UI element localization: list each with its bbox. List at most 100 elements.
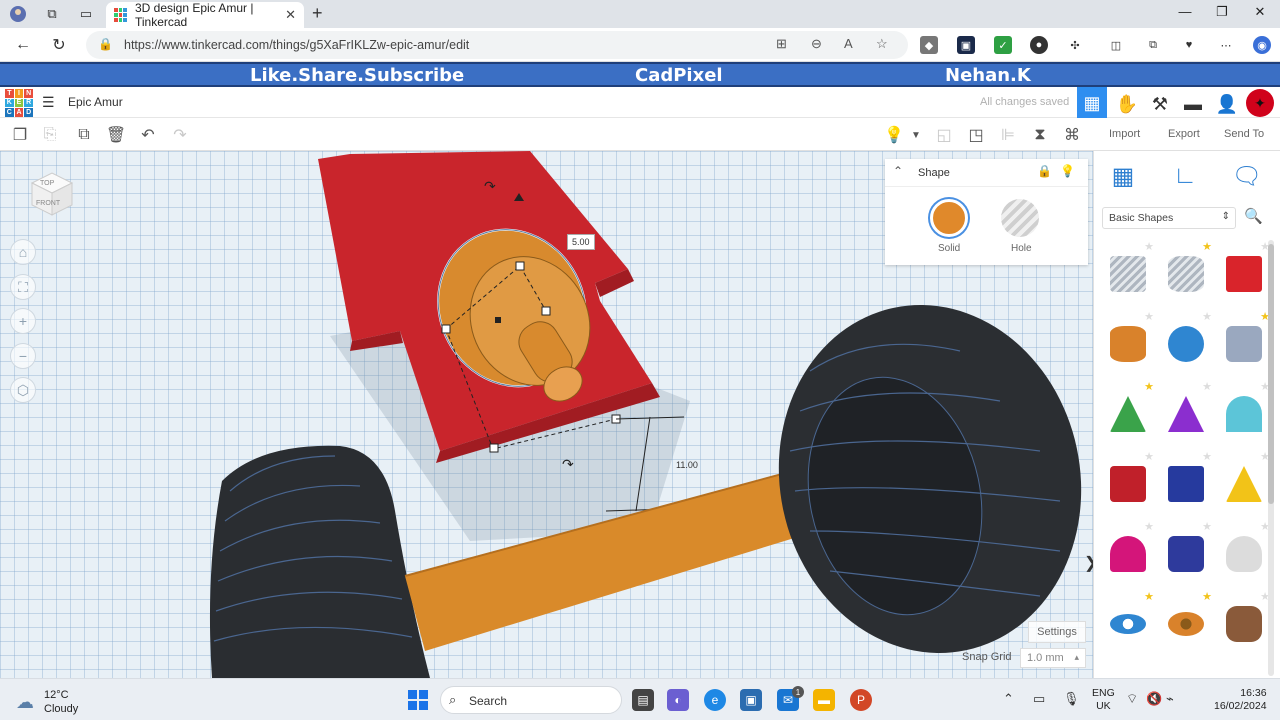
send-to-button[interactable]: Send To: [1224, 128, 1264, 140]
resize-handle[interactable]: [489, 443, 499, 453]
solid-color-swatch[interactable]: [930, 199, 968, 237]
undo-icon[interactable]: ↶: [138, 125, 158, 145]
lock-icon[interactable]: 🔒: [1037, 164, 1052, 178]
shape-category-select[interactable]: Basic Shapes ⇕: [1102, 207, 1236, 229]
resize-handle[interactable]: [515, 261, 525, 271]
clock[interactable]: 16:36 16/02/2024: [1214, 687, 1267, 713]
favorite-star-icon[interactable]: ★: [1144, 520, 1154, 533]
tray-chevron-up-icon[interactable]: ⌃: [1003, 691, 1014, 707]
shape-tile[interactable]: ★: [1158, 590, 1214, 654]
profile-icon[interactable]: [8, 4, 28, 24]
address-bar[interactable]: 🔒 https://www.tinkercad.com/things/g5XaF…: [86, 31, 908, 59]
shape-tile[interactable]: ★: [1216, 520, 1272, 584]
teams-icon[interactable]: ◐: [667, 689, 689, 711]
extensions-puzzle-icon[interactable]: ✣: [1066, 36, 1084, 54]
settings-button[interactable]: Settings: [1028, 621, 1086, 643]
fit-view-icon[interactable]: ⛶: [10, 274, 36, 300]
view-cube[interactable]: TOP FRONT: [30, 171, 74, 217]
split-screen-icon[interactable]: ◫: [1107, 36, 1125, 54]
store-icon[interactable]: ▣: [740, 689, 762, 711]
app-available-icon[interactable]: ⊞: [776, 36, 787, 52]
hole-swatch[interactable]: [1001, 199, 1039, 237]
resize-handle[interactable]: [541, 306, 551, 316]
duplicate-icon[interactable]: ⧉: [74, 125, 94, 145]
export-button[interactable]: Export: [1168, 128, 1200, 140]
visibility-bulb-icon[interactable]: 💡: [1060, 164, 1075, 178]
dimension-label[interactable]: 5.00: [567, 234, 595, 250]
favorite-star-icon[interactable]: ★: [1202, 310, 1212, 323]
shapes-scrollbar[interactable]: [1268, 240, 1274, 676]
shape-inspector-header[interactable]: ⌃ Shape 🔒 💡: [885, 159, 1088, 187]
extension-icon[interactable]: ◆: [920, 36, 938, 54]
shape-tile[interactable]: ★: [1158, 520, 1214, 584]
left-wheel[interactable]: [209, 445, 430, 678]
bricks-icon[interactable]: ▬: [1178, 89, 1208, 119]
workspaces-icon[interactable]: ⧉: [42, 4, 62, 24]
workplane[interactable]: ↷ ↷ TOP FRONT ⌂ ⛶ + − ⬡ 5.00 11.00 ⌃ Sha…: [0, 151, 1093, 678]
ungroup-icon[interactable]: ◳: [966, 125, 986, 145]
add-user-icon[interactable]: 👤: [1212, 89, 1242, 119]
minimize-icon[interactable]: —: [1175, 4, 1195, 19]
shape-tile[interactable]: ★: [1158, 310, 1214, 374]
cruise-icon[interactable]: ⌘: [1062, 125, 1082, 145]
tab-actions-icon[interactable]: ▭: [76, 4, 96, 24]
tab-close-icon[interactable]: ✕: [285, 7, 296, 23]
search-icon[interactable]: 🔍: [1244, 207, 1263, 225]
extension-icon[interactable]: ●: [1030, 36, 1048, 54]
back-icon[interactable]: ←: [12, 34, 34, 56]
battery-icon[interactable]: ⌁: [1166, 691, 1174, 707]
user-avatar[interactable]: ✦: [1246, 89, 1274, 117]
shape-tile[interactable]: ★: [1216, 310, 1272, 374]
task-view-icon[interactable]: ▤: [632, 689, 654, 711]
start-button[interactable]: [408, 690, 428, 710]
edge-icon[interactable]: e: [704, 689, 726, 711]
read-aloud-icon[interactable]: A: [844, 36, 853, 51]
refresh-icon[interactable]: ↻: [48, 34, 70, 56]
zoom-out-icon[interactable]: −: [10, 343, 36, 369]
favorite-star-icon[interactable]: ★: [1202, 240, 1212, 253]
shape-tile[interactable]: ★: [1100, 520, 1156, 584]
shape-tile[interactable]: ★: [1216, 590, 1272, 654]
resize-handle[interactable]: [441, 324, 451, 334]
shape-tile[interactable]: ★: [1100, 450, 1156, 514]
powerpoint-icon[interactable]: P: [850, 689, 872, 711]
panel-toggle-chevron-icon[interactable]: ❯: [1084, 553, 1093, 573]
3d-view-grid-icon[interactable]: ▦: [1077, 87, 1107, 119]
favorite-star-icon[interactable]: ★: [1144, 380, 1154, 393]
copy-icon[interactable]: ❐: [10, 125, 30, 145]
favorite-star-icon[interactable]: ☆: [876, 36, 888, 52]
center-handle[interactable]: [495, 317, 501, 323]
favorite-star-icon[interactable]: ★: [1202, 380, 1212, 393]
browser-essentials-icon[interactable]: ♥: [1180, 36, 1198, 54]
import-button[interactable]: Import: [1109, 128, 1140, 140]
shape-tile[interactable]: ★: [1100, 240, 1156, 304]
tinkercad-logo[interactable]: T I N K E R C A D: [5, 89, 33, 117]
zoom-in-icon[interactable]: +: [10, 308, 36, 334]
blocks-icon[interactable]: ⚒: [1145, 89, 1175, 119]
more-menu-icon[interactable]: ⋯: [1217, 36, 1235, 54]
tab-active[interactable]: 3D design Epic Amur | Tinkercad ✕: [106, 1, 304, 29]
shape-tile[interactable]: ★: [1100, 590, 1156, 654]
dropdown-arrow-icon[interactable]: ▼: [906, 125, 926, 145]
extension-icon[interactable]: ▣: [957, 36, 975, 54]
shape-tile[interactable]: ★: [1100, 380, 1156, 444]
perspective-icon[interactable]: ⬡: [10, 377, 36, 403]
collapse-chevron-icon[interactable]: ⌃: [893, 164, 903, 178]
favorite-star-icon[interactable]: ★: [1144, 310, 1154, 323]
rotate-handle-icon[interactable]: ↷: [562, 456, 574, 472]
favorite-star-icon[interactable]: ★: [1144, 450, 1154, 463]
delete-icon[interactable]: 🗑: [106, 125, 126, 145]
design-list-icon[interactable]: ☰: [42, 94, 55, 111]
favorite-star-icon[interactable]: ★: [1202, 520, 1212, 533]
new-tab-icon[interactable]: +: [312, 3, 323, 24]
zoom-icon[interactable]: ⊖: [811, 36, 822, 52]
group-icon[interactable]: ◱: [934, 125, 954, 145]
shape-tile[interactable]: ★: [1216, 240, 1272, 304]
home-view-icon[interactable]: ⌂: [10, 239, 36, 265]
copilot-icon[interactable]: ◉: [1253, 36, 1271, 54]
microphone-icon[interactable]: 🎙: [1063, 691, 1080, 707]
shape-tile[interactable]: ★: [1158, 450, 1214, 514]
file-explorer-icon[interactable]: ▬: [813, 689, 835, 711]
maximize-icon[interactable]: ❐: [1212, 4, 1232, 20]
rotate-handle-icon[interactable]: ↷: [484, 178, 496, 194]
